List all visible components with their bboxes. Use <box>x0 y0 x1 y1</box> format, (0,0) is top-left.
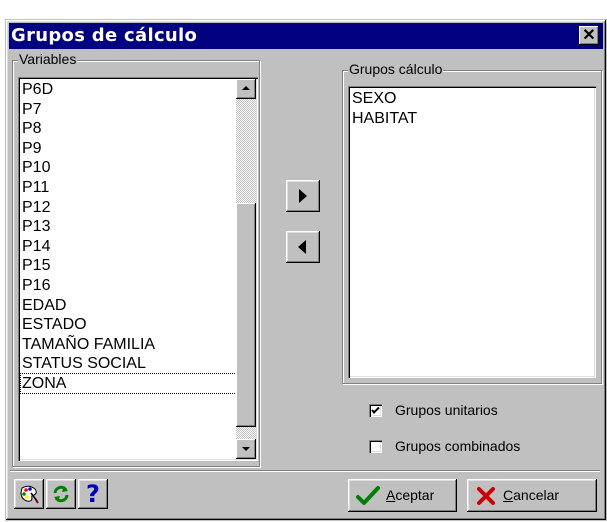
variables-legend: Variables <box>18 51 78 67</box>
grupos-combinados-checkbox[interactable] <box>369 440 382 453</box>
palette-button[interactable] <box>14 479 44 509</box>
list-item[interactable]: TAMAÑO FAMILIA <box>22 335 155 354</box>
grupos-listbox[interactable]: SEXO HABITAT <box>348 86 596 378</box>
list-item[interactable]: P10 <box>22 158 50 177</box>
aceptar-button[interactable]: Aceptar <box>348 479 457 512</box>
list-item[interactable]: P6D <box>22 80 53 99</box>
separator <box>10 470 600 472</box>
aceptar-label: Aceptar <box>386 487 435 503</box>
list-item[interactable]: P16 <box>22 276 50 295</box>
close-button[interactable]: ✕ <box>579 26 599 45</box>
list-item[interactable]: P7 <box>22 100 42 119</box>
scroll-up-button[interactable] <box>236 79 256 99</box>
list-item[interactable]: P8 <box>22 119 42 138</box>
remove-from-groups-button[interactable] <box>286 231 320 263</box>
list-item[interactable]: P14 <box>22 237 50 256</box>
arrow-left-icon <box>298 240 306 254</box>
grupos-unitarios-label[interactable]: Grupos unitarios <box>395 402 498 418</box>
bottom-bar: ? Aceptar Cancelar <box>10 470 600 514</box>
scroll-down-button[interactable] <box>236 439 256 459</box>
title-bar[interactable]: Grupos de cálculo ✕ <box>9 23 603 49</box>
list-item[interactable]: P11 <box>22 178 49 197</box>
list-item[interactable]: SEXO <box>352 89 396 108</box>
scroll-thumb[interactable] <box>236 203 256 428</box>
add-to-groups-button[interactable] <box>286 180 320 212</box>
grupos-legend: Grupos cálculo <box>348 61 444 77</box>
refresh-icon <box>53 485 69 503</box>
list-item[interactable]: ESTADO <box>22 315 87 334</box>
list-item[interactable]: P9 <box>22 139 42 158</box>
refresh-button[interactable] <box>46 479 76 509</box>
list-item[interactable]: EDAD <box>22 296 66 315</box>
palette-icon <box>20 485 39 504</box>
grupos-combinados-label[interactable]: Grupos combinados <box>395 438 520 454</box>
grupos-unitarios-checkbox[interactable] <box>369 404 382 417</box>
arrow-up-icon <box>242 86 250 90</box>
cancelar-button[interactable]: Cancelar <box>467 479 597 512</box>
list-item[interactable]: P15 <box>22 256 50 275</box>
arrow-down-icon <box>242 447 250 451</box>
variables-scrollbar[interactable] <box>236 79 256 459</box>
list-item[interactable]: HABITAT <box>352 109 417 128</box>
list-item[interactable]: ZONA <box>20 373 241 394</box>
dialog-window: Grupos de cálculo ✕ Variables P6D P7 P8 P9 P… <box>5 19 607 521</box>
help-icon: ? <box>86 480 100 508</box>
checkmark-icon <box>356 486 380 505</box>
list-item[interactable]: P12 <box>22 198 50 217</box>
close-icon: ✕ <box>582 27 596 44</box>
window-title: Grupos de cálculo <box>11 25 198 46</box>
list-item[interactable]: P13 <box>22 217 50 236</box>
variables-listbox[interactable]: P6D P7 P8 P9 P10 P11 P12 P13 P14 P15 P16 EDAD ESTADO… <box>18 77 258 461</box>
help-button[interactable]: ? <box>78 479 108 509</box>
check-icon <box>371 406 380 414</box>
arrow-right-icon <box>299 189 307 203</box>
cancelar-label: Cancelar <box>503 487 560 503</box>
x-icon <box>477 487 495 505</box>
list-item[interactable]: STATUS SOCIAL <box>22 354 146 373</box>
